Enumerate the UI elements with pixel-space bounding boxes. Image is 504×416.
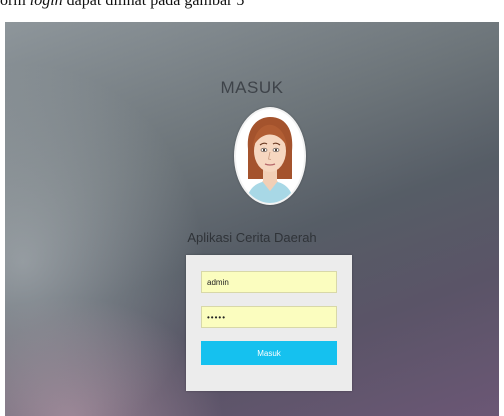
caption-prefix: orm bbox=[0, 0, 30, 9]
password-input[interactable] bbox=[201, 306, 337, 328]
document-caption: orm login dapat dilihat pada gambar 5 bbox=[0, 0, 504, 22]
login-screen: MASUK Aplikasi Cerita Daerah admin •••••… bbox=[5, 22, 499, 416]
username-input[interactable] bbox=[201, 271, 337, 293]
login-button[interactable]: Masuk bbox=[201, 341, 337, 365]
login-form: Masuk bbox=[186, 255, 352, 391]
app-name: Aplikasi Cerita Daerah bbox=[187, 230, 317, 245]
avatar bbox=[234, 107, 306, 205]
caption-suffix: dapat dilihat pada gambar 5 bbox=[62, 0, 245, 9]
caption-italic: login bbox=[29, 0, 63, 9]
page-title: MASUK bbox=[220, 78, 284, 97]
female-face-avatar-icon bbox=[246, 117, 294, 203]
